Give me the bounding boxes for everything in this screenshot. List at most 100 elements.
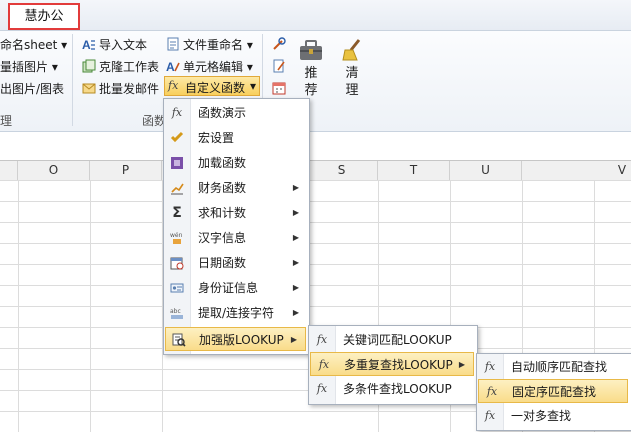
menu-item-label: 财务函数: [198, 181, 247, 195]
menu-item-fixed-order-match[interactable]: fx 固定序匹配查找: [478, 379, 628, 403]
chevron-down-icon: ▾: [51, 60, 58, 74]
menu-item-label: 求和计数: [198, 206, 247, 220]
text-icon: abc: [170, 306, 184, 320]
custom-function-label: 自定义函数: [185, 81, 246, 95]
multi-repeat-submenu: fx 自动顺序匹配查找 fx 固定序匹配查找 fx 一对多查找: [476, 353, 631, 431]
column-header-t[interactable]: T: [378, 161, 450, 180]
svg-text:wén: wén: [170, 232, 183, 239]
load-icon: [170, 156, 184, 170]
rename-sheet-button[interactable]: 命名sheet ▾: [0, 36, 67, 53]
fx-icon: fx: [316, 333, 328, 346]
clean-button[interactable]: 清 理: [339, 38, 365, 99]
submenu-arrow-icon: ▶: [458, 360, 465, 369]
cell-edit-label: 单元格编辑: [183, 60, 244, 74]
clean-label-1: 清: [345, 66, 359, 81]
menu-item-label: 多条件查找LOOKUP: [343, 382, 452, 396]
calendar-icon: [170, 256, 184, 270]
menu-item-label: 加载函数: [198, 156, 247, 170]
menu-item-extract-concat[interactable]: abc 提取/连接字符 ▶: [164, 301, 307, 325]
recommend-label-2: 荐: [304, 83, 318, 98]
sigma-icon: Σ: [172, 205, 182, 221]
submenu-arrow-icon: ▶: [292, 283, 299, 292]
batch-email-button[interactable]: 批量发邮件: [99, 80, 159, 97]
column-header-s[interactable]: S: [306, 161, 378, 180]
insert-pictures-button[interactable]: 量插图片 ▾: [0, 58, 58, 75]
tab-huibangong[interactable]: 慧办公: [8, 3, 80, 30]
ribbon-separator: [72, 34, 73, 126]
broom-icon: [342, 39, 361, 61]
menu-item-chinese-info[interactable]: wén 汉字信息 ▶: [164, 226, 307, 250]
file-rename-button[interactable]: 文件重命名 ▾: [183, 36, 253, 53]
menu-item-enhanced-lookup[interactable]: 加强版LOOKUP ▶: [165, 327, 306, 351]
menu-item-label: 关键词匹配LOOKUP: [343, 333, 452, 347]
menu-item-finance[interactable]: 财务函数 ▶: [164, 176, 307, 200]
menu-item-load-functions[interactable]: 加载函数: [164, 151, 307, 175]
ribbon-tab-strip: [0, 0, 631, 30]
submenu-arrow-icon: ▶: [292, 258, 299, 267]
column-header-p[interactable]: P: [90, 161, 162, 180]
fx-icon: fx: [484, 409, 496, 422]
file-rename-icon: [167, 37, 179, 51]
cell-edit-icon: A: [166, 60, 180, 73]
menu-item-label: 一对多查找: [511, 409, 572, 423]
chevron-down-icon: ▾: [246, 60, 253, 74]
export-picture-button[interactable]: 出图片/图表: [0, 80, 64, 97]
menu-item-multi-condition-lookup[interactable]: fx 多条件查找LOOKUP: [309, 377, 475, 401]
submenu-arrow-icon: ▶: [292, 208, 299, 217]
macro-icon: [170, 131, 184, 145]
finance-icon: [170, 181, 184, 195]
menu-item-multi-repeat-lookup[interactable]: fx 多重复查找LOOKUP ▶: [310, 352, 474, 376]
id-card-icon: [170, 281, 184, 295]
column-header-bar: O P S T U V: [0, 160, 631, 181]
clone-sheet-button[interactable]: 克隆工作表: [99, 58, 159, 75]
fx-icon: fx: [484, 360, 496, 373]
svg-text:A: A: [166, 60, 175, 73]
menu-item-one-to-many[interactable]: fx 一对多查找: [477, 404, 629, 428]
menu-item-label: 多重复查找LOOKUP: [344, 358, 453, 372]
menu-item-label: 加强版LOOKUP: [199, 333, 284, 347]
fx-icon: fx: [486, 385, 498, 398]
menu-item-label: 函数演示: [198, 106, 247, 120]
submenu-arrow-icon: ▶: [290, 335, 297, 344]
fx-icon: fx: [168, 79, 179, 92]
recommend-button[interactable]: 推 荐: [298, 38, 324, 99]
menu-item-function-demo[interactable]: fx 函数演示: [164, 101, 307, 125]
menu-item-label: 自动顺序匹配查找: [511, 360, 608, 374]
clone-sheet-icon: [82, 59, 96, 73]
cell-edit-button[interactable]: 单元格编辑 ▾: [183, 58, 253, 75]
column-header-u[interactable]: U: [450, 161, 522, 180]
menu-item-sum-count[interactable]: Σ 求和计数 ▶: [164, 201, 307, 225]
insert-pictures-label: 量插图片: [0, 60, 49, 74]
svg-text:A: A: [82, 38, 91, 51]
submenu-arrow-icon: ▶: [292, 233, 299, 242]
menu-item-id-card[interactable]: 身份证信息 ▶: [164, 276, 307, 300]
submenu-arrow-icon: ▶: [292, 183, 299, 192]
mail-icon: [82, 83, 96, 94]
lookup-icon: [172, 333, 186, 347]
column-header-o[interactable]: O: [18, 161, 90, 180]
svg-text:abc: abc: [170, 308, 181, 315]
menu-item-date-functions[interactable]: 日期函数 ▶: [164, 251, 307, 275]
fx-icon: fx: [318, 358, 330, 371]
row-header-corner[interactable]: [0, 161, 18, 180]
menu-item-keyword-lookup[interactable]: fx 关键词匹配LOOKUP: [309, 328, 475, 352]
tool-icon[interactable]: [272, 37, 286, 51]
import-text-button[interactable]: 导入文本: [99, 36, 147, 53]
grid-line: [90, 180, 91, 432]
fx-icon: fx: [316, 382, 328, 395]
clean-label-2: 理: [345, 83, 359, 98]
grid-line: [18, 180, 19, 432]
submenu-arrow-icon: ▶: [292, 308, 299, 317]
menu-item-macro-settings[interactable]: 宏设置: [164, 126, 307, 150]
menu-item-auto-order-match[interactable]: fx 自动顺序匹配查找: [477, 355, 629, 379]
export-picture-label: 出图片/图表: [0, 82, 65, 96]
column-header-v[interactable]: V: [613, 161, 631, 180]
menu-item-label: 固定序匹配查找: [512, 385, 597, 399]
menu-item-label: 汉字信息: [198, 231, 247, 245]
menu-item-label: 身份证信息: [198, 281, 259, 295]
import-text-icon: A: [82, 38, 95, 51]
edit-icon[interactable]: [272, 59, 286, 73]
recommend-label-1: 推: [304, 66, 318, 81]
calendar-tool-icon[interactable]: [272, 81, 286, 95]
menu-item-label: 提取/连接字符: [198, 306, 275, 320]
